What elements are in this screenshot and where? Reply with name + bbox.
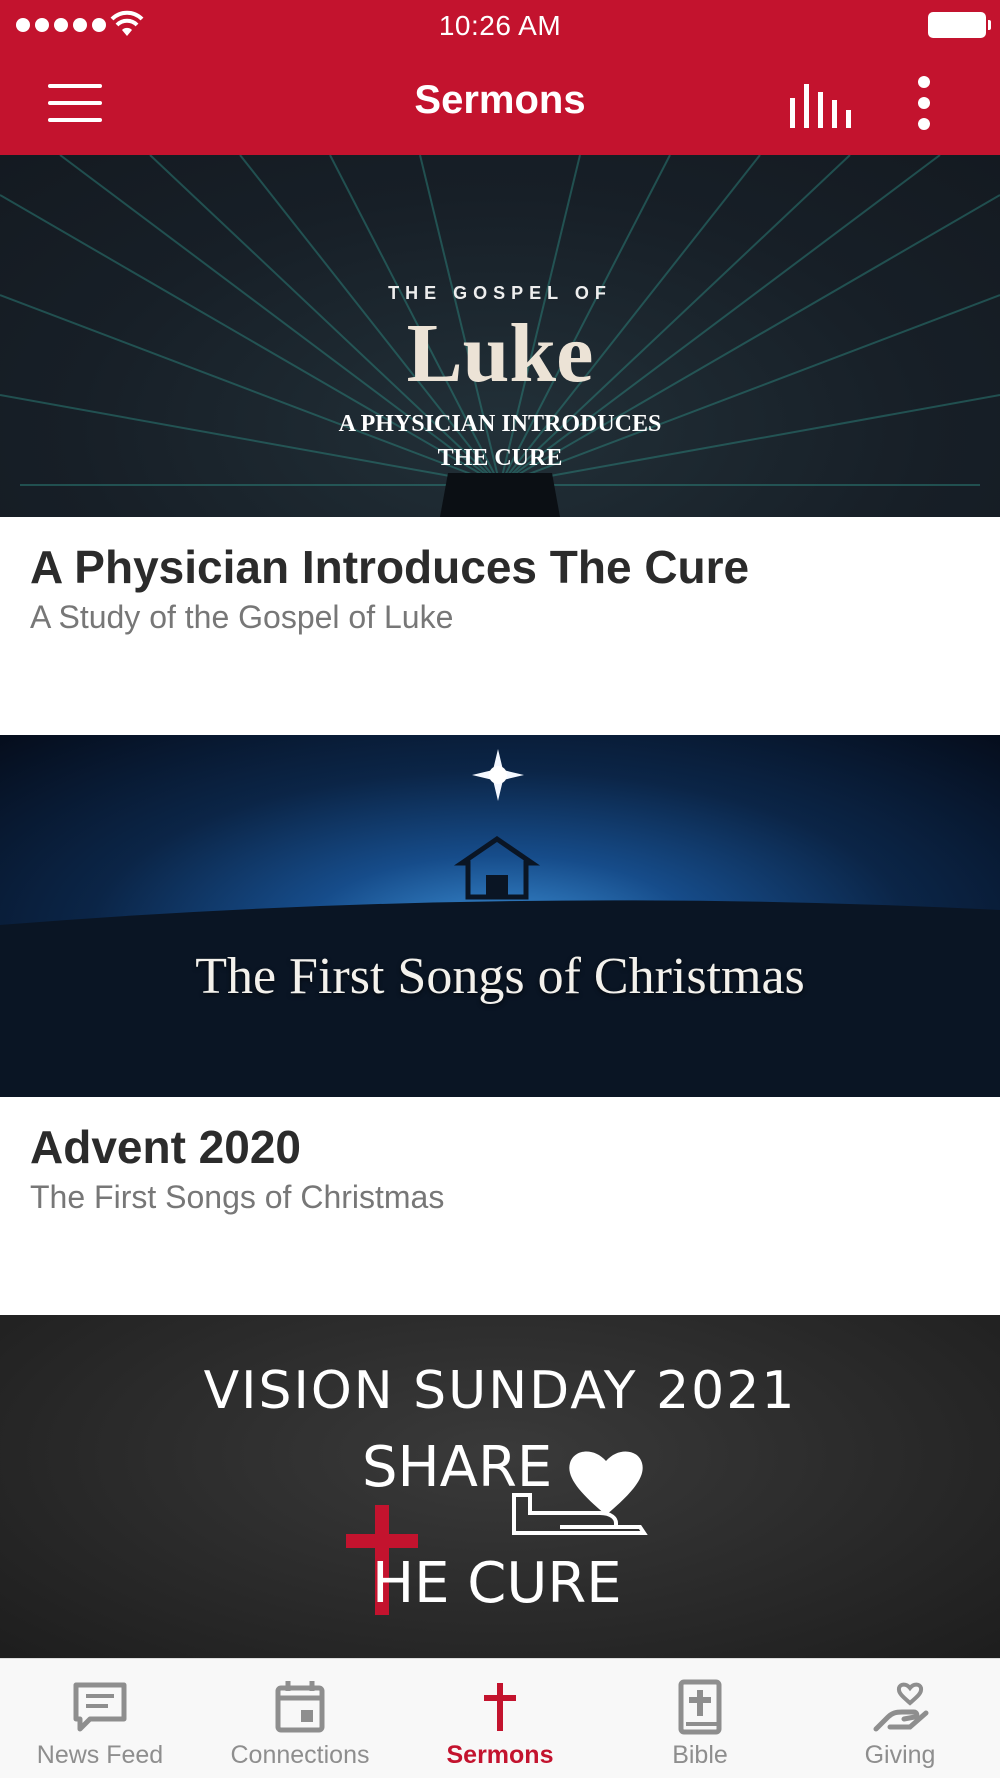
- tab-label: Sermons: [446, 1741, 554, 1769]
- tab-news-feed[interactable]: News Feed: [0, 1659, 200, 1778]
- banner-tagline-line: THE CURE: [437, 445, 563, 471]
- banner-tagline-line: A PHYSICIAN INTRODUCES: [338, 411, 662, 437]
- banner-tagline: A PHYSICIAN INTRODUCES THE CURE: [0, 407, 1000, 475]
- tab-label: Giving: [864, 1741, 936, 1769]
- sermon-banner-image[interactable]: The First Songs of Christmas: [0, 735, 1000, 1097]
- tab-bar: News Feed Connections Sermons Bible Givi…: [0, 1658, 1000, 1778]
- sermon-subtitle: The First Songs of Christmas: [30, 1179, 445, 1215]
- tab-label: Bible: [672, 1741, 728, 1769]
- status-time: 10:26 AM: [438, 10, 562, 41]
- status-bar: 10:26 AM: [0, 0, 1000, 50]
- nav-bar: Sermons: [0, 50, 1000, 155]
- nativity-scene-graphic: [0, 749, 1000, 1097]
- sermon-card-text[interactable]: A Physician Introduces The Cure A Study …: [0, 517, 1000, 735]
- tab-label: Connections: [230, 1741, 370, 1769]
- battery-icon: [928, 12, 991, 38]
- banner-kicker: THE GOSPEL OF: [388, 283, 612, 303]
- sermon-card-text[interactable]: Advent 2020 The First Songs of Christmas: [0, 1097, 1000, 1315]
- tab-sermons[interactable]: Sermons: [400, 1659, 600, 1778]
- calendar-icon: [275, 1681, 325, 1733]
- sermon-list: THE GOSPEL OF Luke A PHYSICIAN INTRODUCE…: [0, 155, 1000, 1665]
- sermon-card[interactable]: VISION SUNDAY 2021 SHARE HE CURE: [0, 1315, 1000, 1665]
- cross-icon: [484, 1683, 516, 1731]
- banner-headline: Luke: [406, 307, 594, 400]
- bible-icon: [678, 1679, 722, 1735]
- tab-connections[interactable]: Connections: [200, 1659, 400, 1778]
- sermon-card[interactable]: THE GOSPEL OF Luke A PHYSICIAN INTRODUCE…: [0, 155, 1000, 735]
- tab-giving[interactable]: Giving: [800, 1659, 1000, 1778]
- giving-icon: [873, 1682, 929, 1732]
- tab-label: News Feed: [36, 1741, 164, 1769]
- sermon-title: A Physician Introduces The Cure: [30, 541, 750, 593]
- sermon-banner-image[interactable]: THE GOSPEL OF Luke A PHYSICIAN INTRODUCE…: [0, 155, 1000, 517]
- sermon-subtitle: A Study of the Gospel of Luke: [30, 599, 454, 635]
- star-icon: [472, 749, 524, 801]
- banner-line: HE CURE: [372, 1551, 622, 1616]
- news-feed-icon: [73, 1682, 127, 1732]
- audio-levels-icon[interactable]: [782, 76, 854, 132]
- more-options-button[interactable]: [900, 70, 950, 136]
- sermon-card[interactable]: The First Songs of Christmas Advent 2020…: [0, 735, 1000, 1315]
- tab-bible[interactable]: Bible: [600, 1659, 800, 1778]
- sermon-title: Advent 2020: [30, 1121, 302, 1173]
- banner-headline: The First Songs of Christmas: [195, 948, 805, 1005]
- sermon-banner-image[interactable]: VISION SUNDAY 2021 SHARE HE CURE: [0, 1315, 1000, 1665]
- hamburger-menu-button[interactable]: [40, 78, 112, 128]
